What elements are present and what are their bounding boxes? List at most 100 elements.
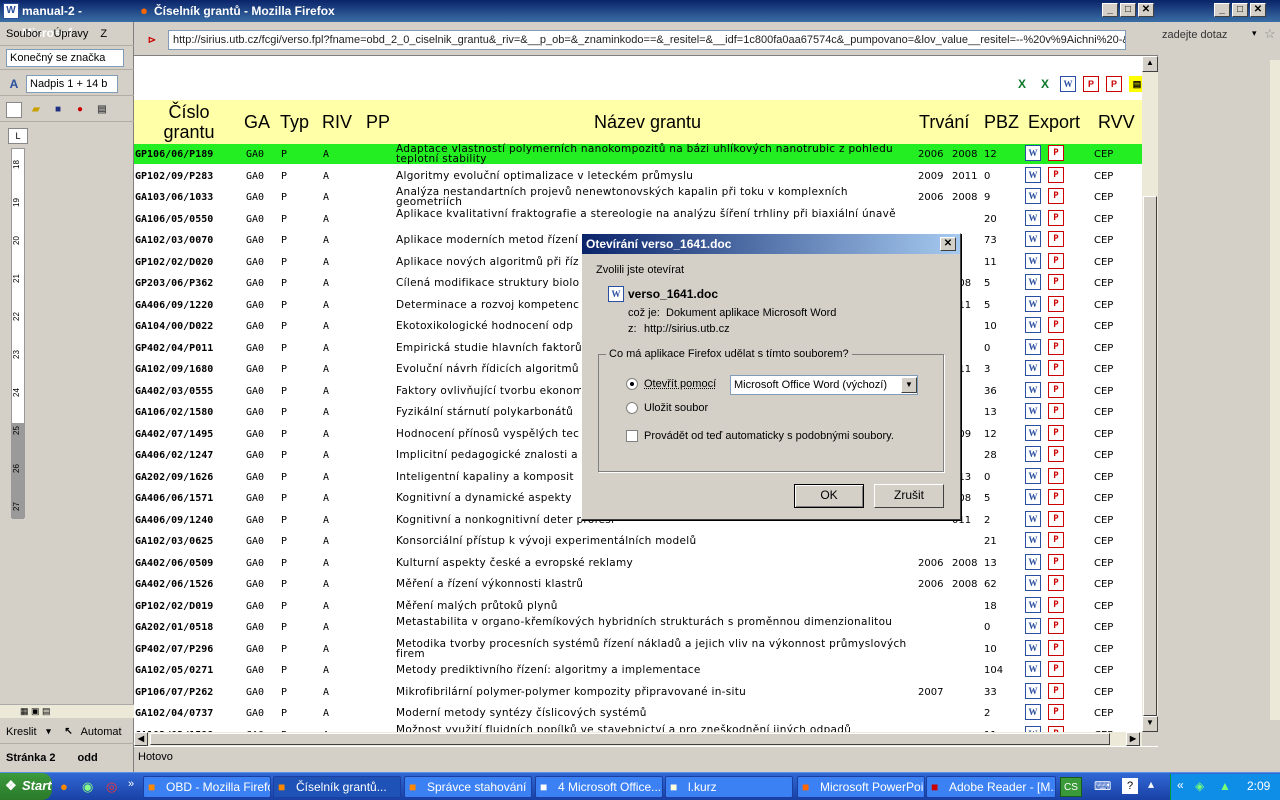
pdf-export-icon[interactable]: P [1083,76,1099,92]
grant-name[interactable]: Adaptace vlastností polymerních nanokomp… [396,144,916,165]
bg-scrollbar[interactable] [1270,60,1280,720]
pdf-doc-icon[interactable]: P [1048,661,1064,677]
pdf-doc-icon[interactable]: P [1048,339,1064,355]
word-doc-icon[interactable]: W [1025,683,1041,699]
word-doc-icon[interactable]: W [1025,704,1041,720]
search-field[interactable]: zadejte dotaz [1162,26,1252,44]
pdf-doc-icon[interactable]: P [1048,489,1064,505]
word-doc-icon[interactable]: W [1025,532,1041,548]
styles-icon[interactable]: A [6,76,22,92]
auto-label[interactable]: Provádět od teď automaticky s podobnými … [644,430,894,442]
grant-code[interactable]: GA402/03/0555 [135,386,213,397]
new-document-icon[interactable] [6,101,22,118]
pdf-doc-icon[interactable]: P [1048,554,1064,570]
taskbar-item[interactable]: ■ Číselník grantů... [273,776,401,798]
grant-name[interactable]: Moderní metody syntézy číslicových systé… [396,708,916,719]
maximize-button[interactable]: □ [1120,3,1136,17]
table-row[interactable]: GP102/02/D019 GA0 P A Měření malých průtoků … [134,596,1142,616]
word-doc-icon[interactable]: W [1025,339,1041,355]
pdf-doc-icon[interactable]: P [1048,231,1064,247]
dialog-close-button[interactable]: ✕ [940,237,956,251]
pdf-doc-icon[interactable]: P [1048,145,1064,161]
url-field[interactable]: http://sirius.utb.cz/fcgi/verso.fpl?fnam… [168,30,1126,50]
open-with-radio[interactable] [626,378,638,390]
grant-name[interactable]: Konsorciální přístup k vývoji experiment… [396,536,916,547]
pdf-doc-icon[interactable]: P [1048,640,1064,656]
print-all-icon[interactable]: ▤ [1129,76,1142,92]
open-with-label[interactable]: Otevřít pomocí [644,378,716,390]
open-folder-icon[interactable]: ▰ [28,102,44,118]
grant-code[interactable]: GP102/09/P283 [135,171,213,182]
tray-network-icon[interactable]: ◈ [1195,779,1204,793]
pdf-doc-icon[interactable]: P [1048,403,1064,419]
grant-name[interactable]: Metastabilita v organo-křemíkových hybri… [396,617,916,628]
pdf-export-all-icon[interactable]: P [1106,76,1122,92]
grant-name[interactable]: Mikrofibrilární polymer-polymer kompozit… [396,687,916,698]
grant-code[interactable]: GA106/05/0550 [135,214,213,225]
grant-code[interactable]: GA104/00/D022 [135,321,213,332]
pdf-doc-icon[interactable]: P [1048,532,1064,548]
scroll-thumb[interactable] [1143,196,1157,716]
grant-name[interactable]: Metody prediktivního řízení: algoritmy a… [396,665,916,676]
grant-name[interactable]: Aplikace kvalitativní fraktografie a ste… [396,209,916,220]
word-doc-icon[interactable]: W [1025,468,1041,484]
table-row[interactable]: GA102/05/0271 GA0 P A Metody prediktivního ř… [134,660,1142,680]
grant-code[interactable]: GP102/02/D020 [135,257,213,268]
word-doc-icon[interactable]: W [1025,425,1041,441]
word-doc-icon[interactable]: W [1025,145,1041,161]
table-row[interactable]: GA402/06/0509 GA0 P A Kulturní aspekty české… [134,553,1142,573]
grant-code[interactable]: GP203/06/P362 [135,278,213,289]
table-row[interactable]: GP402/07/P296 GA0 P A Metodika tvorby proces… [134,639,1142,660]
word-doc-icon[interactable]: W [1025,554,1041,570]
horizontal-scrollbar[interactable]: ◀ ▶ [134,732,1142,746]
table-row[interactable]: GA102/04/0737 GA0 P A Moderní metody syntézy… [134,703,1142,723]
pdf-doc-icon[interactable]: P [1048,210,1064,226]
tray-arrows-icon[interactable]: « [1177,778,1184,792]
word-doc-icon[interactable]: W [1025,317,1041,333]
ok-button[interactable]: OK [794,484,864,508]
pdf-doc-icon[interactable]: P [1048,360,1064,376]
pdf-doc-icon[interactable]: P [1048,382,1064,398]
tray-expand-icon[interactable]: ▴ [1148,777,1154,791]
pdf-doc-icon[interactable]: P [1048,188,1064,204]
table-row[interactable]: GP106/06/P189 GA0 P A Adaptace vlastností po… [134,144,1142,164]
close-button[interactable]: ✕ [1138,3,1154,17]
grant-code[interactable]: GA202/09/1626 [135,472,213,483]
scroll-left-button[interactable]: ◀ [134,732,148,746]
excel-export-icon[interactable]: X [1014,76,1030,92]
excel-export-all-icon[interactable]: X [1037,76,1053,92]
app-select-dropdown-icon[interactable]: ▼ [901,377,917,393]
bg-close-button[interactable]: ✕ [1250,3,1266,17]
grant-code[interactable]: GA402/06/1526 [135,579,213,590]
grant-code[interactable]: GA102/05/0271 [135,665,213,676]
grant-code[interactable]: GP402/04/P011 [135,343,213,354]
grant-code[interactable]: GA102/03/0625 [135,536,213,547]
word-doc-icon[interactable]: W [1025,575,1041,591]
permission-icon[interactable]: ● [72,102,88,118]
quicklaunch-firefox-icon[interactable]: ● [60,779,68,794]
word-doc-icon[interactable]: W [1025,188,1041,204]
style-combo[interactable]: Nadpis 1 + 14 b [26,74,118,93]
table-row[interactable]: GP102/09/P283 GA0 P A Algoritmy evoluční opt… [134,166,1142,186]
pdf-doc-icon[interactable]: P [1048,683,1064,699]
pdf-doc-icon[interactable]: P [1048,618,1064,634]
word-menu-z[interactable]: Z [100,28,107,40]
grant-code[interactable]: GA402/07/1495 [135,429,213,440]
table-row[interactable]: GA103/06/1033 GA0 P A Analýza nestandartních… [134,187,1142,208]
grant-code[interactable]: GP402/07/P296 [135,644,213,655]
word-doc-icon[interactable]: W [1025,489,1041,505]
save-file-radio[interactable] [626,402,638,414]
star-icon[interactable]: ☆ [1264,26,1276,42]
grant-code[interactable]: GA406/06/1571 [135,493,213,504]
view-layout-icon[interactable]: ▦ ▣ ▤ [20,706,51,717]
tray-wifi-icon[interactable]: ▲ [1219,779,1231,793]
keyboard-icon[interactable]: ⌨ [1094,779,1111,793]
word-doc-icon[interactable]: W [1025,296,1041,312]
start-button[interactable]: ❖ Start [0,773,52,800]
save-file-label[interactable]: Uložit soubor [644,402,708,414]
grant-name[interactable]: Algoritmy evoluční optimalizace v leteck… [396,171,916,182]
clock[interactable]: 2:09 [1247,779,1270,793]
word-doc-icon[interactable]: W [1025,210,1041,226]
grant-name[interactable]: Kulturní aspekty české a evropské reklam… [396,558,916,569]
grant-name[interactable]: Analýza nestandartních projevů nenewtono… [396,187,916,208]
